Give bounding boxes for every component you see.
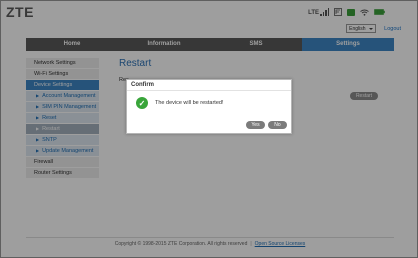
dialog-message: The device will be restarted! <box>155 100 224 106</box>
dialog-title: Confirm <box>127 80 291 91</box>
no-button[interactable]: No <box>268 121 287 129</box>
yes-button[interactable]: Yes <box>246 121 265 129</box>
success-check-icon: ✓ <box>136 97 148 109</box>
confirm-dialog: Confirm ✓ The device will be restarted! … <box>126 79 292 134</box>
